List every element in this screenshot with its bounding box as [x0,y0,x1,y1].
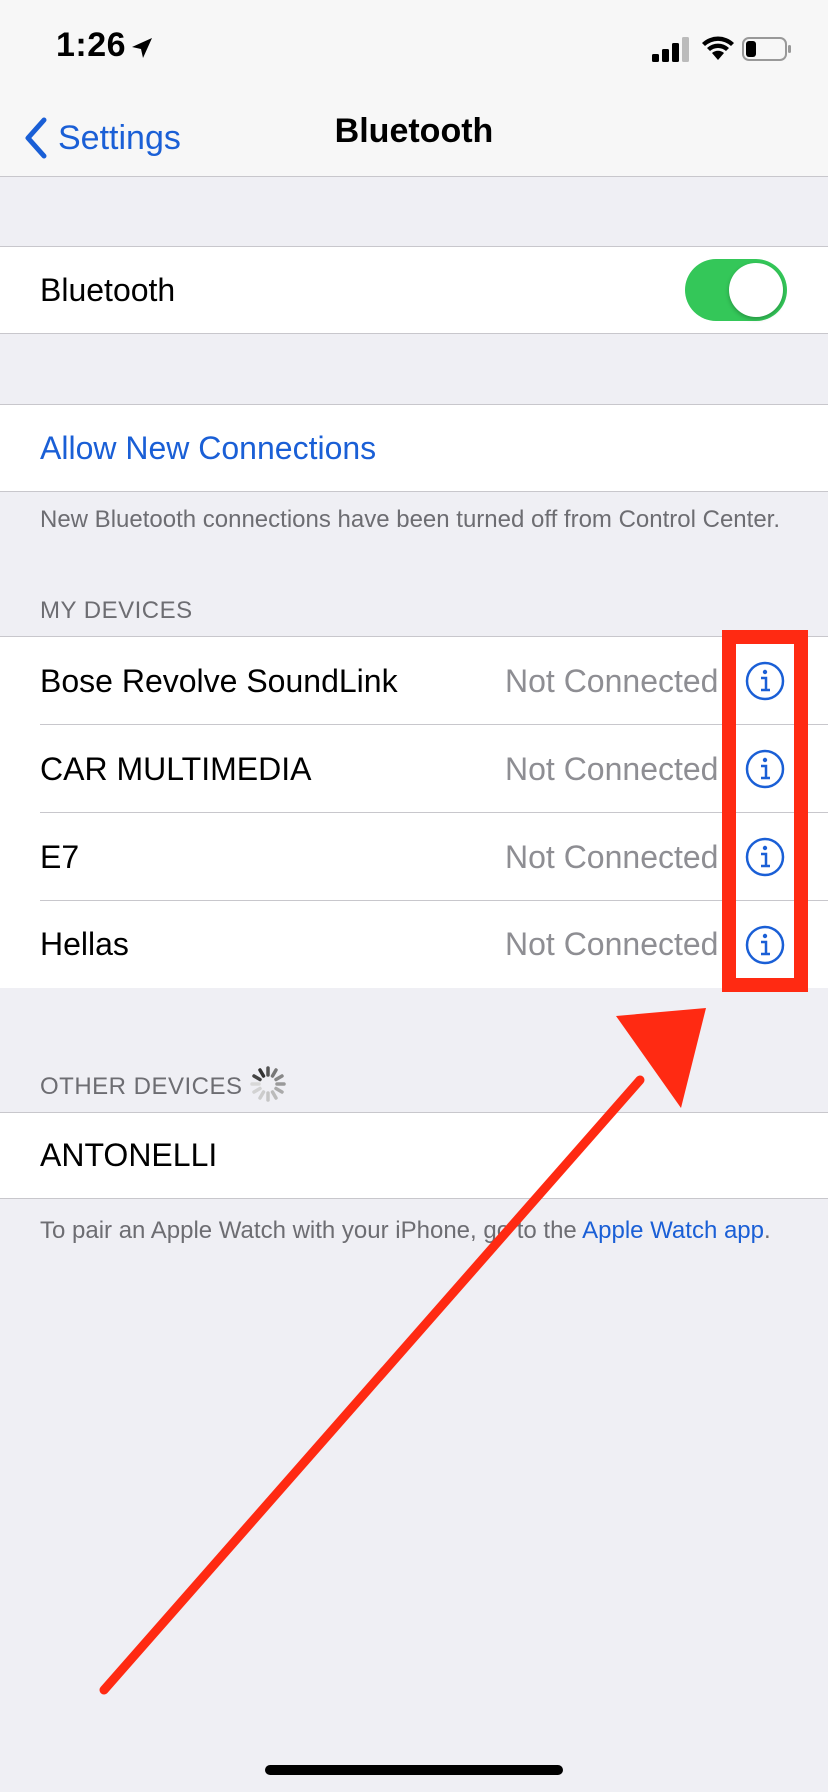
footnote-text: To pair an Apple Watch with your iPhone,… [40,1217,583,1244]
location-arrow-icon [132,38,152,58]
device-name: CAR MULTIMEDIA [40,750,312,787]
apple-watch-footnote: To pair an Apple Watch with your iPhone,… [40,1216,780,1245]
bluetooth-row: Bluetooth [0,246,828,334]
other-device-row-antonelli[interactable]: ANTONELLI [0,1112,828,1199]
apple-watch-app-link[interactable]: Apple Watch app [582,1217,764,1244]
device-status: Not Connected [505,926,719,962]
device-name: Hellas [40,926,129,962]
bluetooth-toggle[interactable] [685,259,787,321]
my-devices-header: MY DEVICES [40,597,193,624]
device-status: Not Connected [505,662,719,699]
info-icon[interactable] [745,837,785,877]
bluetooth-label: Bluetooth [40,271,176,308]
back-button[interactable]: Settings [22,108,181,168]
allow-new-connections-label: Allow New Connections [40,429,377,466]
status-bar: 1:26 [0,0,828,100]
loading-spinner-icon [250,1066,286,1102]
device-status: Not Connected [505,838,719,875]
device-name: ANTONELLI [40,1137,218,1173]
device-status: Not Connected [505,750,719,787]
info-icon[interactable] [745,661,785,701]
device-name: E7 [40,838,80,875]
device-row-bose[interactable]: Bose Revolve SoundLink Not Connected [0,637,828,725]
device-row-e7[interactable]: E7 Not Connected [0,813,828,901]
info-icon[interactable] [745,925,785,965]
status-time: 1:26 [56,26,127,64]
chevron-left-icon [25,117,47,159]
my-devices-list: Bose Revolve SoundLink Not Connected CAR… [0,636,828,988]
back-button-label: Settings [58,118,181,157]
home-indicator[interactable] [265,1765,563,1775]
device-name: Bose Revolve SoundLink [40,662,398,699]
cellular-signal-icon [652,37,689,62]
navigation-bar: Bluetooth Settings [0,100,828,177]
toggle-knob [729,263,783,317]
wifi-icon [702,36,734,60]
battery-icon [742,37,791,61]
info-icon[interactable] [745,749,785,789]
device-row-hellas[interactable]: Hellas Not Connected [0,901,828,988]
other-devices-header: OTHER DEVICES [40,1073,243,1100]
device-row-car-multimedia[interactable]: CAR MULTIMEDIA Not Connected [0,725,828,813]
footnote-period: . [764,1217,771,1244]
allow-new-connections-row[interactable]: Allow New Connections [0,404,828,492]
allow-connections-footnote: New Bluetooth connections have been turn… [40,506,781,533]
